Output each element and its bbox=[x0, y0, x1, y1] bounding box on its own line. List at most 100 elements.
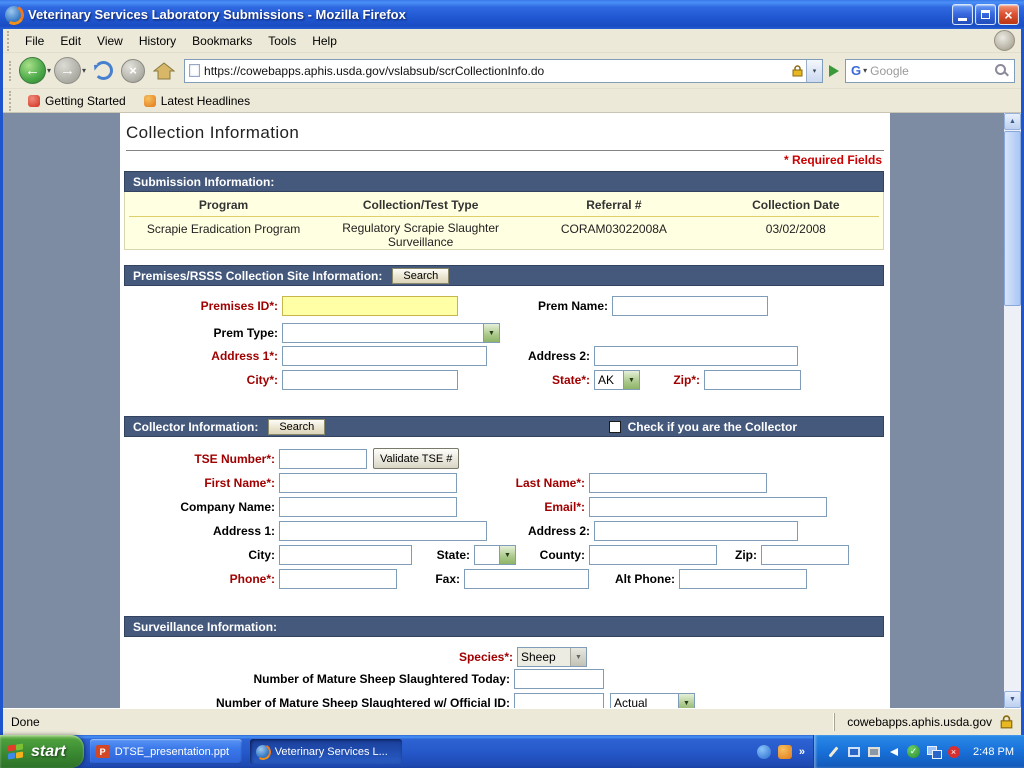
last-name-input[interactable] bbox=[589, 473, 767, 493]
premises-city-input[interactable] bbox=[282, 370, 458, 390]
restore-button[interactable] bbox=[975, 4, 996, 25]
premises-zip-input[interactable] bbox=[704, 370, 801, 390]
tse-number-input[interactable] bbox=[279, 449, 367, 469]
back-history-dropdown-icon[interactable]: ▾ bbox=[47, 66, 51, 75]
premises-address1-input[interactable] bbox=[282, 346, 487, 366]
prem-type-select[interactable]: ▼ bbox=[282, 323, 500, 343]
go-button[interactable] bbox=[827, 65, 845, 77]
minimize-button[interactable] bbox=[952, 4, 973, 25]
bookmarks-toolbar: Getting Started Latest Headlines bbox=[3, 89, 1021, 113]
navigation-toolbar: ← ▾ → ▾ × ▾ G ▾ bbox=[3, 53, 1021, 89]
prem-type-label: Prem Type: bbox=[120, 323, 278, 343]
species-select: Sheep ▼ bbox=[517, 647, 587, 667]
premises-address2-input[interactable] bbox=[594, 346, 798, 366]
search-box[interactable]: G ▾ bbox=[845, 59, 1015, 83]
pen-icon[interactable] bbox=[826, 744, 841, 759]
forward-history-dropdown-icon[interactable]: ▾ bbox=[82, 66, 86, 75]
collector-zip-label: Zip: bbox=[677, 545, 757, 565]
fax-input[interactable] bbox=[464, 569, 589, 589]
scroll-down-button[interactable]: ▼ bbox=[1004, 691, 1021, 708]
mature-official-input[interactable] bbox=[514, 693, 604, 708]
search-engine-dropdown-icon[interactable]: ▾ bbox=[863, 66, 867, 75]
network-icon[interactable] bbox=[926, 744, 941, 759]
submission-table-header: Program Collection/Test Type Referral # … bbox=[125, 192, 883, 212]
collector-search-button[interactable]: Search bbox=[268, 419, 325, 435]
phone-label: Phone*: bbox=[120, 569, 275, 589]
premises-state-select[interactable]: AK ▼ bbox=[594, 370, 640, 390]
toolbar-grippy[interactable] bbox=[7, 31, 12, 51]
scrollbar-thumb[interactable] bbox=[1004, 131, 1021, 306]
security-shield-icon[interactable]: ✓ bbox=[906, 744, 921, 759]
volume-icon[interactable] bbox=[886, 744, 901, 759]
vertical-scrollbar[interactable]: ▲ ▼ bbox=[1004, 113, 1021, 708]
bookmark-label: Latest Headlines bbox=[161, 94, 250, 108]
task-label: DTSE_presentation.ppt bbox=[115, 746, 229, 758]
collector-address2-input[interactable] bbox=[594, 521, 798, 541]
stop-button[interactable]: × bbox=[121, 59, 145, 83]
display-icon[interactable] bbox=[846, 744, 861, 759]
tse-number-label: TSE Number*: bbox=[120, 449, 275, 469]
collector-self-checkbox[interactable] bbox=[609, 421, 621, 433]
column-header: Collection Date bbox=[709, 198, 883, 212]
url-input[interactable] bbox=[204, 64, 789, 78]
collector-address1-input[interactable] bbox=[279, 521, 487, 541]
first-name-input[interactable] bbox=[279, 473, 457, 493]
email-input[interactable] bbox=[589, 497, 827, 517]
toolbar-grippy[interactable] bbox=[9, 61, 14, 81]
menu-tools[interactable]: Tools bbox=[260, 30, 304, 52]
bookmark-latest-headlines[interactable]: Latest Headlines bbox=[135, 92, 259, 110]
collector-state-label: State: bbox=[350, 545, 470, 565]
section-title: Submission Information: bbox=[133, 175, 274, 189]
company-name-input[interactable] bbox=[279, 497, 457, 517]
surveillance-form: Species*: Sheep ▼ Number of Mature Sheep… bbox=[120, 637, 890, 708]
browser-content: Collection Information * Required Fields… bbox=[3, 113, 1021, 708]
chevron-down-icon[interactable]: ▼ bbox=[499, 546, 515, 564]
premises-id-input[interactable] bbox=[282, 296, 458, 316]
search-icon[interactable] bbox=[994, 63, 1009, 78]
url-dropdown-button[interactable]: ▾ bbox=[806, 60, 822, 82]
taskbar-task-powerpoint[interactable]: DTSE_presentation.ppt bbox=[90, 739, 242, 764]
alt-phone-input[interactable] bbox=[679, 569, 807, 589]
update-icon[interactable] bbox=[778, 745, 792, 759]
page-icon[interactable] bbox=[189, 64, 200, 77]
official-id-type-select[interactable]: Actual ▼ bbox=[610, 693, 695, 708]
reload-button[interactable] bbox=[94, 61, 113, 80]
menu-bookmarks[interactable]: Bookmarks bbox=[184, 30, 260, 52]
chevron-down-icon[interactable]: ▼ bbox=[623, 371, 639, 389]
close-icon: × bbox=[1004, 8, 1012, 22]
taskbar-clock[interactable]: 2:48 PM bbox=[966, 746, 1014, 758]
forward-button[interactable]: → bbox=[54, 57, 81, 84]
menu-history[interactable]: History bbox=[131, 30, 184, 52]
close-button[interactable]: × bbox=[998, 4, 1019, 25]
section-title: Collector Information: bbox=[133, 420, 258, 434]
premises-search-button[interactable]: Search bbox=[392, 268, 449, 284]
validate-tse-button[interactable]: Validate TSE # bbox=[373, 448, 459, 469]
menu-edit[interactable]: Edit bbox=[52, 30, 89, 52]
prem-name-input[interactable] bbox=[612, 296, 768, 316]
chevron-down-icon[interactable]: ▼ bbox=[483, 324, 499, 342]
messenger-icon[interactable] bbox=[757, 745, 771, 759]
mature-today-input[interactable] bbox=[514, 669, 604, 689]
go-icon bbox=[829, 65, 839, 77]
web-search-input[interactable] bbox=[870, 64, 991, 78]
menu-file[interactable]: File bbox=[17, 30, 52, 52]
address-bar[interactable]: ▾ bbox=[184, 59, 823, 83]
start-button[interactable]: start bbox=[0, 735, 84, 768]
home-button[interactable] bbox=[153, 62, 175, 80]
back-button[interactable]: ← bbox=[19, 57, 46, 84]
menu-help[interactable]: Help bbox=[304, 30, 345, 52]
alert-icon[interactable]: × bbox=[946, 744, 961, 759]
collector-section-header: Collector Information: Search Check if y… bbox=[124, 416, 884, 437]
taskbar-task-firefox[interactable]: Veterinary Services L... bbox=[250, 739, 402, 764]
overflow-chevron-icon[interactable]: » bbox=[799, 746, 805, 758]
menu-view[interactable]: View bbox=[89, 30, 131, 52]
collector-state-select[interactable]: ▼ bbox=[474, 545, 516, 565]
collector-zip-input[interactable] bbox=[761, 545, 849, 565]
toolbar-grippy[interactable] bbox=[9, 91, 14, 111]
device-icon[interactable] bbox=[866, 744, 881, 759]
bookmark-getting-started[interactable]: Getting Started bbox=[19, 92, 135, 110]
search-engine-icon[interactable]: G bbox=[848, 63, 862, 78]
scroll-up-button[interactable]: ▲ bbox=[1004, 113, 1021, 130]
collector-address1-label: Address 1: bbox=[120, 521, 275, 541]
chevron-down-icon[interactable]: ▼ bbox=[678, 694, 694, 708]
